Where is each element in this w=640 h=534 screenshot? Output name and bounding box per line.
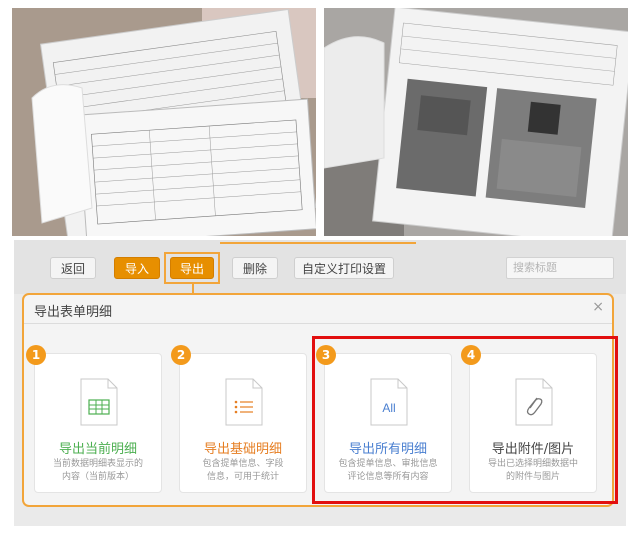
photo-paper-forms [12, 8, 316, 236]
dialog-divider [24, 323, 612, 324]
card-title: 导出当前明细 [58, 442, 137, 457]
export-highlight-right [218, 252, 220, 284]
custom-print-settings-button[interactable]: 自定义打印设置 [294, 257, 394, 279]
export-basic-card[interactable]: 导出基础明细 包含提单信息、字段 信息，可用于统计 [179, 353, 307, 493]
search-input[interactable]: 搜索标题 [506, 257, 614, 279]
photo-id-documents [324, 8, 628, 236]
export-current-card[interactable]: 导出当前明细 当前数据明细表显示的 内容（当前版本） [34, 353, 162, 493]
table-file-icon [80, 378, 118, 426]
card-description: 包含提单信息、字段 信息，可用于统计 [202, 459, 284, 482]
card-description: 当前数据明细表显示的 内容（当前版本） [52, 459, 143, 482]
callout-connector-line [220, 242, 416, 244]
toolbar: 返回 导入 导出 删除 自定义打印设置 搜索标题 [14, 240, 626, 294]
import-button[interactable]: 导入 [114, 257, 160, 279]
card-title: 导出基础明细 [203, 442, 282, 457]
dialog-title: 导出表单明细 [34, 305, 113, 320]
step-badge-1: 1 [26, 345, 46, 365]
export-button[interactable]: 导出 [170, 257, 214, 279]
list-file-icon [225, 378, 263, 426]
delete-button[interactable]: 删除 [232, 257, 278, 279]
export-highlight-top [164, 252, 220, 254]
back-button[interactable]: 返回 [50, 257, 96, 279]
export-highlight-left [164, 252, 166, 284]
highlight-box [312, 336, 618, 504]
step-badge-2: 2 [171, 345, 191, 365]
close-icon[interactable]: × [592, 299, 604, 315]
